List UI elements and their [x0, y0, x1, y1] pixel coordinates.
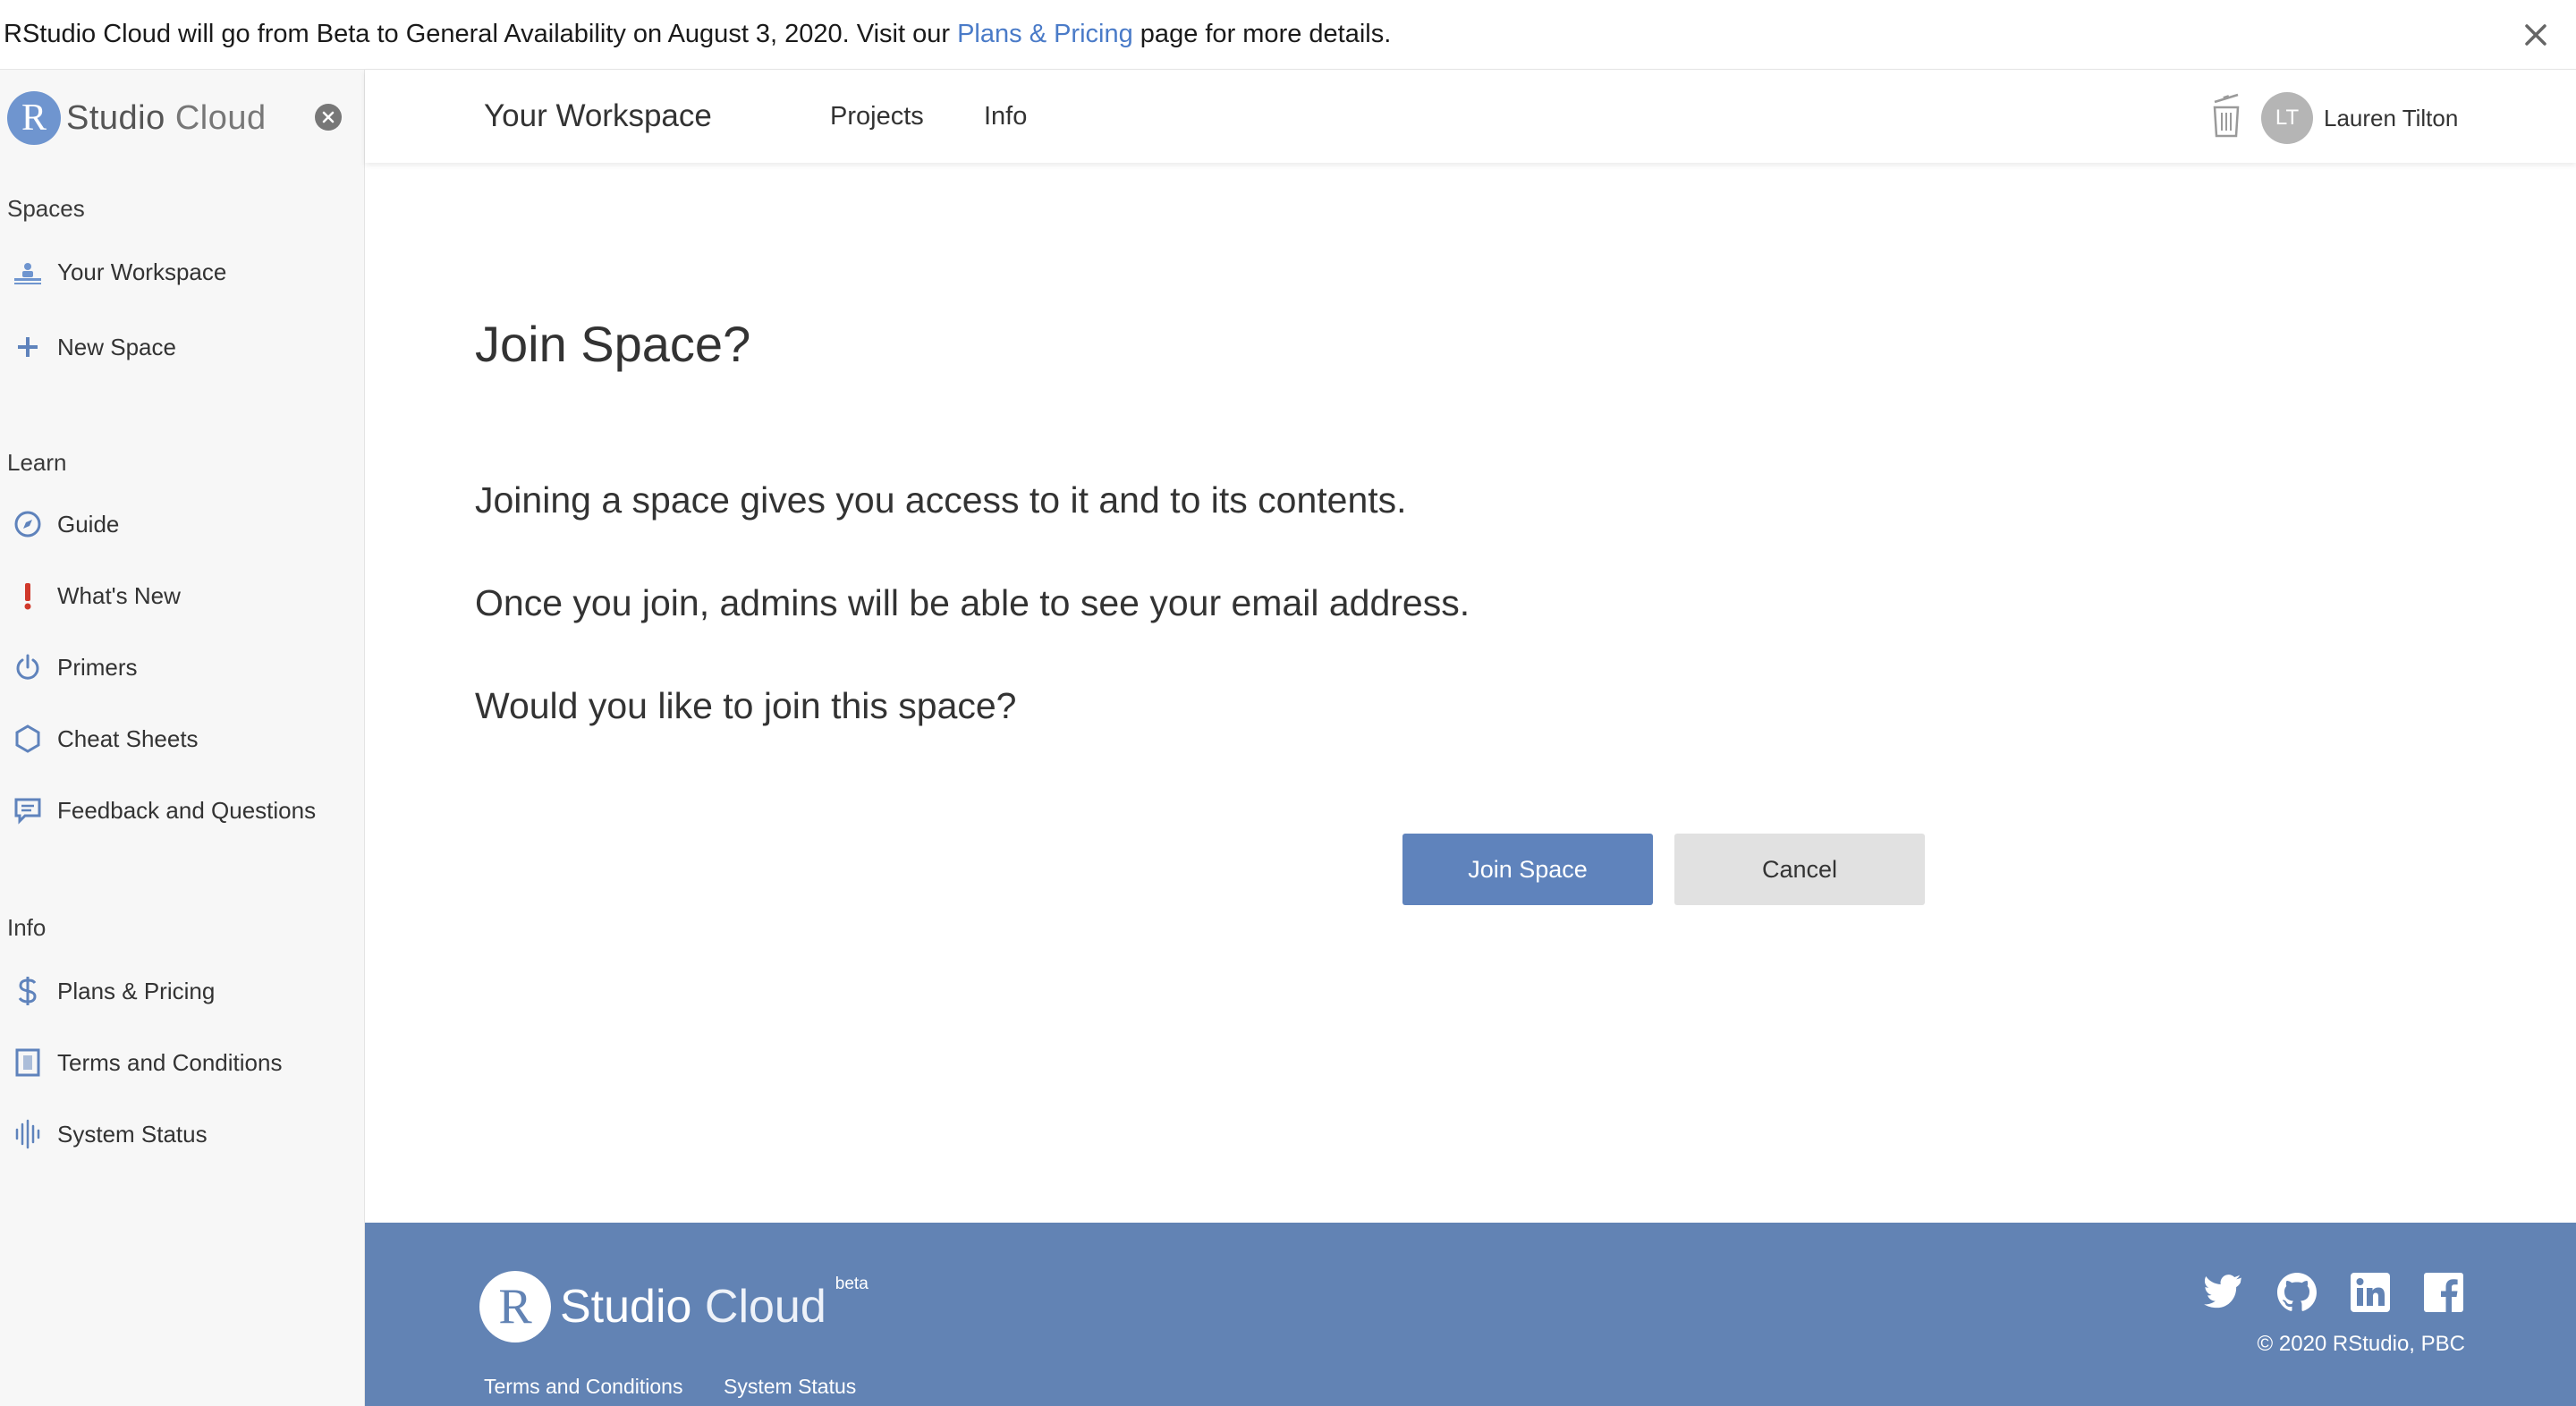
sidebar-item-label: Your Workspace — [57, 258, 227, 285]
sidebar-item-cheat-sheets[interactable]: Cheat Sheets — [0, 712, 358, 766]
sidebar-item-label: Primers — [57, 653, 138, 681]
logo-studio: Studio — [66, 98, 165, 137]
copyright-text: © 2020 RStudio, PBC — [2257, 1332, 2465, 1356]
email-visibility-notice: Once you join, admins will be able to se… — [475, 582, 1470, 623]
facebook-icon[interactable] — [2422, 1271, 2467, 1316]
footer-link-system-status[interactable]: System Status — [724, 1375, 856, 1399]
status-bars-icon — [13, 1119, 43, 1149]
banner-close-icon[interactable] — [2521, 20, 2551, 50]
sidebar-item-whats-new[interactable]: What's New — [0, 569, 358, 623]
sidebar-item-label: Guide — [57, 510, 120, 538]
top-header: Your Workspace Projects Info LT Lauren T… — [365, 70, 2576, 163]
footer-logo-wordmark: Studio Cloud — [560, 1280, 826, 1334]
sidebar-item-label: Terms and Conditions — [57, 1048, 283, 1076]
sidebar-item-system-status[interactable]: System Status — [0, 1107, 358, 1161]
hexagon-icon — [13, 724, 43, 754]
banner-text-start: RStudio Cloud will go from Beta to Gener… — [4, 20, 958, 48]
close-sidebar-icon[interactable] — [315, 104, 342, 131]
chat-icon — [13, 795, 43, 826]
announcement-banner: RStudio Cloud will go from Beta to Gener… — [0, 0, 2576, 70]
twitter-icon[interactable] — [2202, 1271, 2247, 1316]
logo-wordmark: Studio Cloud — [66, 99, 267, 138]
plus-icon — [13, 332, 43, 362]
power-icon — [13, 652, 43, 682]
section-title-spaces: Spaces — [7, 195, 85, 222]
user-name: Lauren Tilton — [2324, 104, 2459, 131]
rstudio-cloud-logo[interactable]: R Studio Cloud — [7, 89, 267, 147]
join-space-button[interactable]: Join Space — [1402, 834, 1653, 905]
page-title: Join Space? — [475, 316, 751, 372]
sidebar: R Studio Cloud Spaces Your Workspace New… — [0, 70, 365, 1406]
sidebar-item-new-space[interactable]: New Space — [0, 320, 358, 374]
footer-logo-cloud: Cloud — [704, 1281, 826, 1333]
trash-icon[interactable] — [2207, 91, 2245, 140]
section-title-learn: Learn — [7, 449, 67, 476]
cancel-button[interactable]: Cancel — [1674, 834, 1925, 905]
footer: R Studio Cloud beta Terms and Conditions… — [365, 1223, 2576, 1406]
logo-r-badge: R — [7, 91, 61, 145]
sidebar-item-plans-pricing[interactable]: Plans & Pricing — [0, 964, 358, 1018]
footer-logo-r-badge: R — [479, 1271, 551, 1342]
compass-icon — [13, 509, 43, 539]
sidebar-item-label: Plans & Pricing — [57, 977, 216, 1004]
sidebar-item-terms[interactable]: Terms and Conditions — [0, 1036, 358, 1089]
sidebar-item-label: Feedback and Questions — [57, 796, 317, 824]
section-title-info: Info — [7, 914, 47, 941]
join-question: Would you like to join this space? — [475, 685, 1017, 726]
logo-cloud: Cloud — [174, 98, 267, 137]
user-menu[interactable]: LT Lauren Tilton — [2261, 92, 2459, 144]
sidebar-item-label: New Space — [57, 333, 176, 360]
footer-logo-studio: Studio — [560, 1281, 692, 1333]
workspace-icon — [13, 257, 43, 287]
sidebar-item-your-workspace[interactable]: Your Workspace — [0, 245, 358, 299]
beta-badge: beta — [835, 1275, 869, 1293]
exclamation-icon — [13, 580, 43, 611]
sidebar-item-label: What's New — [57, 581, 181, 609]
sidebar-item-feedback[interactable]: Feedback and Questions — [0, 783, 358, 837]
footer-link-terms[interactable]: Terms and Conditions — [484, 1375, 682, 1399]
avatar: LT — [2261, 92, 2313, 144]
github-icon[interactable] — [2275, 1271, 2320, 1316]
sidebar-item-label: Cheat Sheets — [57, 724, 199, 752]
sidebar-item-label: System Status — [57, 1120, 208, 1148]
banner-text-end: page for more details. — [1132, 20, 1392, 48]
tab-projects[interactable]: Projects — [830, 102, 924, 131]
document-icon — [13, 1047, 43, 1078]
sidebar-item-guide[interactable]: Guide — [0, 497, 358, 551]
banner-plans-link[interactable]: Plans & Pricing — [957, 20, 1133, 49]
dollar-icon — [13, 976, 43, 1006]
header-title[interactable]: Your Workspace — [484, 98, 712, 134]
linkedin-icon[interactable] — [2349, 1271, 2394, 1316]
tab-info[interactable]: Info — [984, 102, 1027, 131]
join-description: Joining a space gives you access to it a… — [475, 479, 1407, 521]
sidebar-item-primers[interactable]: Primers — [0, 640, 358, 694]
footer-logo: R Studio Cloud beta — [479, 1271, 869, 1342]
